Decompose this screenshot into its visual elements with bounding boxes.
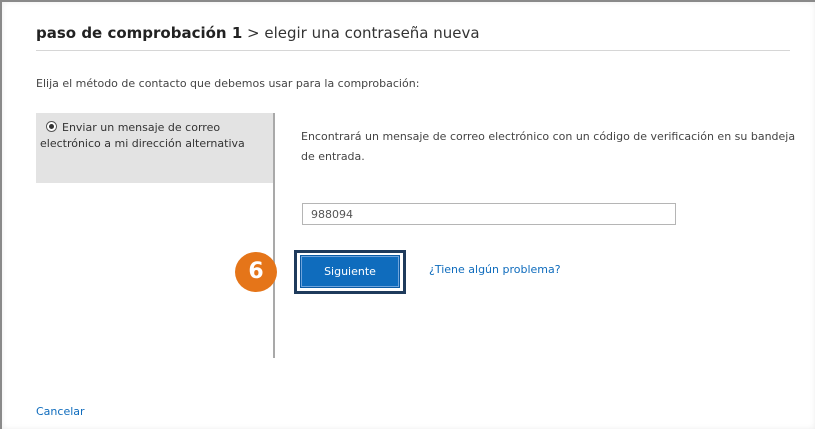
page-title: paso de comprobación 1 > elegir una cont…: [36, 24, 480, 42]
verification-code-input[interactable]: [302, 203, 676, 225]
cancel-link[interactable]: Cancelar: [36, 405, 85, 418]
next-button[interactable]: Siguiente: [301, 256, 399, 287]
breadcrumb-separator: >: [242, 24, 265, 42]
instruction-text: Elija el método de contacto que debemos …: [36, 77, 420, 90]
help-link[interactable]: ¿Tiene algún problema?: [429, 263, 561, 276]
column-divider: [273, 113, 275, 358]
step-subtitle: elegir una contraseña nueva: [264, 24, 480, 42]
radio-selected-icon[interactable]: [46, 121, 57, 132]
contact-option-label: Enviar un mensaje de correo electrónico …: [40, 121, 245, 150]
step-number-badge: 6: [235, 252, 277, 292]
header-divider: [36, 50, 790, 51]
step-label: paso de comprobación 1: [36, 24, 243, 42]
verification-info-text: Encontrará un mensaje de correo electrón…: [301, 130, 796, 163]
contact-option-email[interactable]: Enviar un mensaje de correo electrónico …: [40, 120, 260, 152]
